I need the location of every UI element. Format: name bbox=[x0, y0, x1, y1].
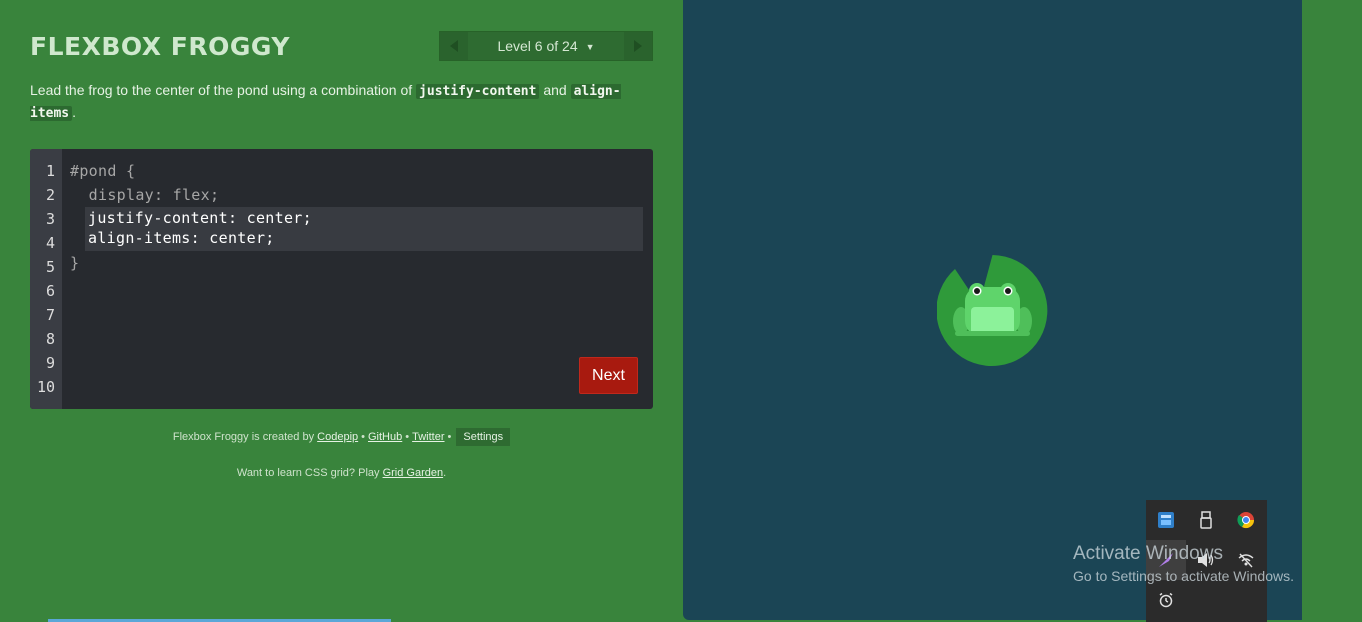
credits: Flexbox Froggy is created by Codepip • Git… bbox=[0, 428, 683, 446]
css-editor: 1 2 3 4 5 6 7 8 9 10 #pond { display: fl… bbox=[30, 149, 653, 409]
code-justify-content: justify-content bbox=[416, 84, 540, 99]
code-line-display-flex: display: flex; bbox=[70, 186, 220, 204]
code-line-pond-selector: #pond { bbox=[70, 162, 136, 180]
line-number: 6 bbox=[45, 282, 55, 300]
line-number: 9 bbox=[45, 354, 55, 372]
line-number: 5 bbox=[45, 258, 55, 276]
instructions: Lead the frog to the center of the pond … bbox=[30, 80, 630, 124]
game-panel: Flexbox Froggy Level 6 of 24 ▼ Lead the f… bbox=[0, 0, 683, 622]
settings-button[interactable]: Settings bbox=[456, 428, 511, 446]
codepip-link[interactable]: Codepip bbox=[317, 431, 358, 443]
next-level-arrow-button[interactable] bbox=[624, 32, 652, 60]
bullet-separator: • bbox=[361, 431, 365, 443]
bullet-separator: • bbox=[405, 431, 410, 443]
arrow-left-icon bbox=[450, 40, 458, 52]
watermark-subtitle: Go to Settings to activate Windows. bbox=[1073, 568, 1294, 584]
line-gutter: 1 2 3 4 5 6 7 8 9 10 bbox=[30, 149, 62, 409]
credits-text: Flexbox Froggy is created by bbox=[172, 431, 318, 443]
windows-activation-watermark: Activate Windows Go to Settings to activ… bbox=[1073, 542, 1294, 586]
answer-textarea[interactable]: justify-content: center; align-items: ce… bbox=[85, 207, 643, 251]
line-number: 1 bbox=[45, 162, 55, 180]
answer-line-align-items: align-items: center; bbox=[88, 229, 275, 247]
grid-garden-promo: Want to learn CSS grid? Play Grid Garden… bbox=[0, 467, 683, 479]
instructions-text-and: and bbox=[539, 82, 571, 98]
level-indicator-label: Level 6 of 24 bbox=[497, 38, 578, 54]
page-title: Flexbox Froggy bbox=[30, 32, 290, 61]
line-number: 7 bbox=[45, 306, 55, 324]
promo-period: . bbox=[443, 467, 447, 479]
frog-icon bbox=[953, 283, 1032, 336]
github-link[interactable]: GitHub bbox=[368, 431, 402, 443]
line-number: 4 bbox=[45, 234, 55, 252]
bullet-separator: • bbox=[447, 431, 452, 443]
chrome-icon[interactable] bbox=[1226, 500, 1266, 540]
line-number: 10 bbox=[36, 378, 55, 396]
line-number: 2 bbox=[45, 186, 55, 204]
instructions-period: . bbox=[72, 104, 77, 120]
promo-text: Want to learn CSS grid? Play bbox=[236, 467, 383, 479]
instructions-text: Lead the frog to the center of the pond … bbox=[30, 82, 417, 98]
level-navigator: Level 6 of 24 ▼ bbox=[439, 31, 653, 61]
usb-drive-icon[interactable] bbox=[1186, 500, 1226, 540]
frog-on-lilypad bbox=[936, 255, 1050, 366]
answer-line-justify-content: justify-content: center; bbox=[88, 209, 312, 227]
watermark-title: Activate Windows bbox=[1073, 543, 1223, 564]
level-indicator[interactable]: Level 6 of 24 ▼ bbox=[468, 38, 624, 54]
line-number: 3 bbox=[45, 210, 55, 228]
previous-level-button[interactable] bbox=[440, 32, 468, 60]
alarm-clock-icon[interactable] bbox=[1146, 580, 1186, 620]
next-button[interactable]: Next bbox=[579, 357, 638, 394]
arrow-right-icon bbox=[634, 40, 642, 52]
line-number: 8 bbox=[45, 330, 55, 348]
grid-garden-link[interactable]: Grid Garden bbox=[383, 467, 444, 479]
network-app-icon[interactable] bbox=[1146, 500, 1186, 540]
twitter-link[interactable]: Twitter bbox=[412, 431, 444, 443]
code-line-closing-brace: } bbox=[70, 254, 80, 272]
caret-down-icon: ▼ bbox=[585, 42, 595, 52]
